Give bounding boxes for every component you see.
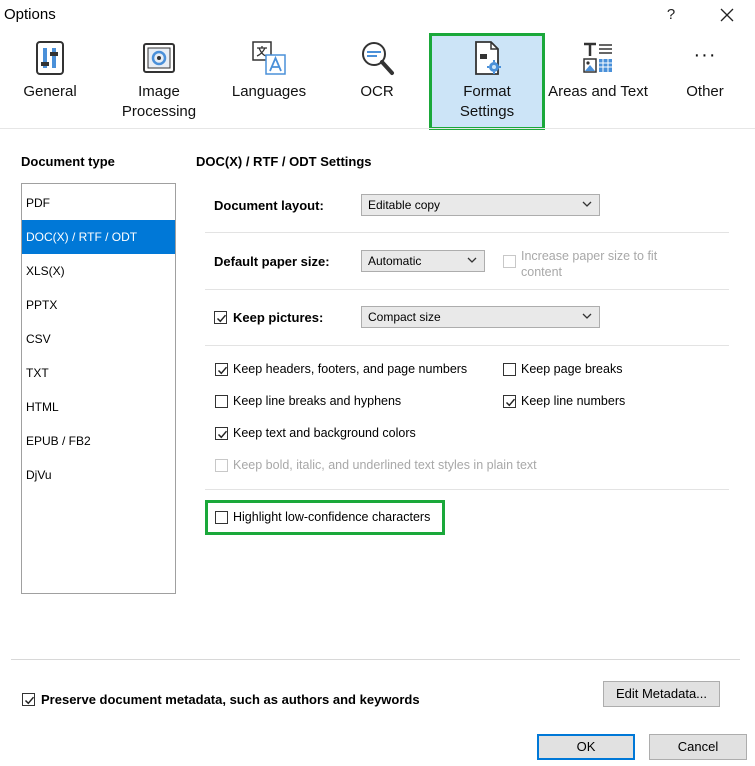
tab-general-label: General xyxy=(23,83,77,100)
footer-divider xyxy=(11,659,740,660)
list-item-docx[interactable]: DOC(X) / RTF / ODT xyxy=(22,220,175,254)
document-layout-label: Document layout: xyxy=(214,198,324,213)
list-item-pptx[interactable]: PPTX xyxy=(22,288,175,322)
more-icon: ··· xyxy=(693,44,717,66)
format-settings-icon xyxy=(475,41,501,75)
divider xyxy=(205,489,729,490)
keep-line-numbers-checkbox[interactable] xyxy=(503,395,516,408)
keep-page-breaks-checkbox[interactable] xyxy=(503,363,516,376)
preserve-metadata-checkbox[interactable] xyxy=(22,693,35,706)
list-item-xlsx[interactable]: XLS(X) xyxy=(22,254,175,288)
divider xyxy=(205,345,729,346)
edit-metadata-button[interactable]: Edit Metadata... xyxy=(603,681,720,707)
tab-image-processing-label: Image Processing xyxy=(121,83,197,120)
chevron-down-icon xyxy=(467,257,477,263)
tab-ocr[interactable]: OCR xyxy=(341,40,413,102)
list-item-csv[interactable]: CSV xyxy=(22,322,175,356)
keep-text-colors-checkbox[interactable] xyxy=(215,427,228,440)
tab-languages-label: Languages xyxy=(231,83,307,100)
keep-pictures-value: Compact size xyxy=(368,310,441,324)
tab-image-processing[interactable]: Image Processing xyxy=(116,40,202,122)
tab-ocr-label: OCR xyxy=(360,83,394,100)
increase-paper-size-label: Increase paper size to fit content xyxy=(521,249,658,279)
paper-size-label: Default paper size: xyxy=(214,254,330,269)
checkmark-icon xyxy=(216,314,227,323)
highlight-low-confidence-label: Highlight low-confidence characters xyxy=(233,510,431,524)
paper-size-value: Automatic xyxy=(368,254,422,268)
list-item-djvu[interactable]: DjVu xyxy=(22,458,175,492)
document-layout-select[interactable]: Editable copy xyxy=(361,194,600,216)
keep-bold-italic-label: Keep bold, italic, and underlined text s… xyxy=(233,458,537,472)
keep-page-breaks-label: Keep page breaks xyxy=(521,362,623,376)
paper-size-select[interactable]: Automatic xyxy=(361,250,485,272)
divider xyxy=(205,232,729,233)
tab-areas-and-text[interactable]: Areas and Text xyxy=(547,40,649,102)
divider xyxy=(205,289,729,290)
languages-icon xyxy=(252,41,286,75)
checkmark-icon xyxy=(24,696,35,705)
keep-line-breaks-label: Keep line breaks and hyphens xyxy=(233,394,402,408)
keep-headers-footers-label: Keep headers, footers, and page numbers xyxy=(233,362,468,376)
window-title: Options xyxy=(4,6,56,23)
checkmark-icon xyxy=(217,366,228,375)
list-item-html[interactable]: HTML xyxy=(22,390,175,424)
ocr-icon xyxy=(362,42,394,75)
close-button[interactable] xyxy=(713,4,741,26)
chevron-down-icon xyxy=(582,313,592,319)
document-type-heading: Document type xyxy=(21,154,115,169)
settings-heading: DOC(X) / RTF / ODT Settings xyxy=(196,154,372,169)
tab-format-settings[interactable]: Format Settings xyxy=(432,40,542,122)
keep-pictures-checkbox[interactable] xyxy=(214,311,227,324)
chevron-down-icon xyxy=(582,201,592,207)
checkmark-icon xyxy=(505,398,516,407)
preserve-metadata-label: Preserve document metadata, such as auth… xyxy=(41,692,420,707)
tab-other-label: Other xyxy=(686,83,724,100)
close-icon xyxy=(720,8,734,22)
tab-other[interactable]: ··· Other xyxy=(670,40,740,102)
keep-pictures-label: Keep pictures: xyxy=(233,310,324,325)
toolbar-divider xyxy=(0,128,755,129)
ok-button[interactable]: OK xyxy=(537,734,635,760)
list-item-pdf[interactable]: PDF xyxy=(22,186,175,220)
keep-line-numbers-label: Keep line numbers xyxy=(521,394,626,408)
tab-areas-and-text-label: Areas and Text xyxy=(548,83,648,100)
list-item-epub-fb2[interactable]: EPUB / FB2 xyxy=(22,424,175,458)
image-processing-icon xyxy=(143,43,175,73)
checkmark-icon xyxy=(217,430,228,439)
tab-languages[interactable]: Languages xyxy=(226,40,312,102)
document-type-list[interactable]: PDF DOC(X) / RTF / ODT XLS(X) PPTX CSV T… xyxy=(21,183,176,594)
keep-line-breaks-checkbox[interactable] xyxy=(215,395,228,408)
areas-and-text-icon xyxy=(583,42,612,73)
keep-bold-italic-checkbox[interactable] xyxy=(215,459,228,472)
increase-paper-size-checkbox[interactable] xyxy=(503,255,516,268)
tab-format-settings-label: Format Settings xyxy=(459,83,515,120)
cancel-button[interactable]: Cancel xyxy=(649,734,747,760)
keep-text-colors-label: Keep text and background colors xyxy=(233,426,416,440)
document-layout-value: Editable copy xyxy=(368,198,441,212)
list-item-txt[interactable]: TXT xyxy=(22,356,175,390)
tab-general[interactable]: General xyxy=(14,40,86,102)
help-button[interactable]: ? xyxy=(657,4,685,26)
keep-headers-footers-checkbox[interactable] xyxy=(215,363,228,376)
highlight-low-confidence-checkbox[interactable] xyxy=(215,511,228,524)
general-icon xyxy=(36,41,64,75)
keep-pictures-select[interactable]: Compact size xyxy=(361,306,600,328)
